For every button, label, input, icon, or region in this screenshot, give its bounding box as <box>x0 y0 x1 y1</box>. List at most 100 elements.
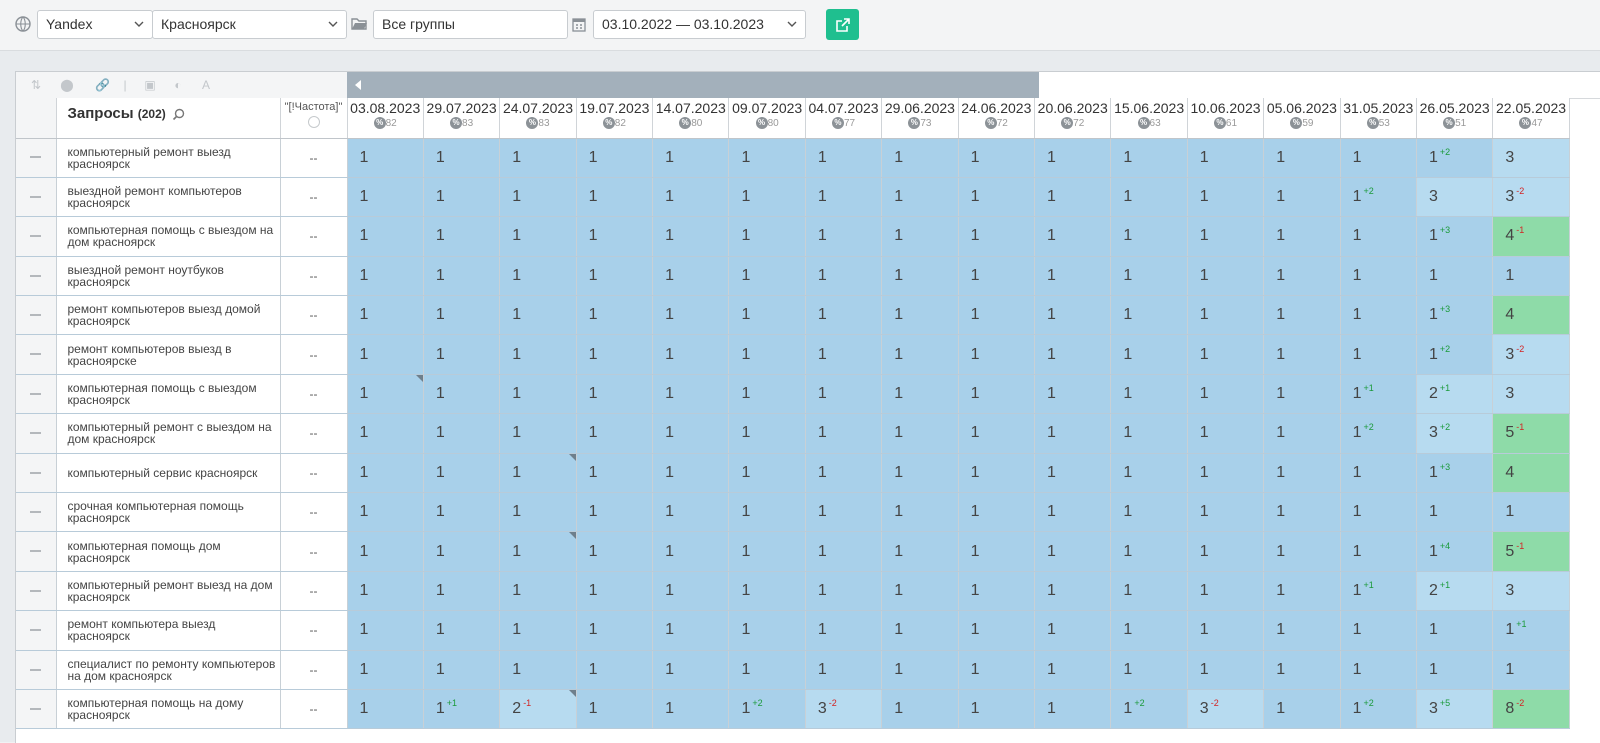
scroll-left-icon[interactable] <box>355 80 361 90</box>
position-cell[interactable]: 1 <box>728 256 806 297</box>
position-cell[interactable]: 1 <box>1110 216 1188 257</box>
row-collapse-toggle[interactable] <box>16 453 57 494</box>
position-cell[interactable]: 1 <box>728 413 806 454</box>
position-cell[interactable]: 1 <box>576 256 654 297</box>
row-collapse-toggle[interactable] <box>16 610 57 651</box>
position-cell[interactable]: 1 <box>958 453 1036 494</box>
position-cell[interactable]: 1 <box>1187 334 1265 375</box>
position-cell[interactable]: 1 +1 <box>1340 374 1417 415</box>
position-cell[interactable]: 1 <box>576 531 654 572</box>
position-cell[interactable]: 1 <box>347 492 424 533</box>
calendar-icon[interactable] <box>571 15 587 33</box>
query-cell[interactable]: выездной ремонт ноутбуков красноярск <box>56 256 281 297</box>
position-cell[interactable]: 1 <box>1110 531 1188 572</box>
position-cell[interactable]: 1 <box>1340 138 1417 178</box>
position-cell[interactable]: 1 <box>805 413 883 454</box>
position-cell[interactable]: 1 <box>958 177 1036 218</box>
position-cell[interactable]: 1 <box>347 610 424 651</box>
position-cell[interactable]: 1 <box>881 138 959 178</box>
position-cell[interactable]: 1 <box>347 177 424 218</box>
position-cell[interactable]: 1 <box>347 374 424 415</box>
query-cell[interactable]: компьютерный сервис красноярск <box>56 453 281 494</box>
position-cell[interactable]: 1 <box>652 256 730 297</box>
row-collapse-toggle[interactable] <box>16 177 57 218</box>
position-cell[interactable]: 1 <box>347 650 424 690</box>
position-cell[interactable]: 1 <box>652 492 730 533</box>
position-cell[interactable]: 1 <box>1187 492 1265 533</box>
row-collapse-toggle[interactable] <box>16 531 57 572</box>
position-cell[interactable]: 2 +1 <box>1416 571 1494 612</box>
position-cell[interactable]: 1 <box>805 571 883 612</box>
position-cell[interactable]: 1 <box>347 334 424 375</box>
position-cell[interactable]: 1 <box>805 650 883 690</box>
row-collapse-toggle[interactable] <box>16 138 57 178</box>
position-cell[interactable]: 1 <box>1034 531 1112 572</box>
position-cell[interactable]: 1 +3 <box>1416 295 1494 336</box>
position-cell[interactable]: 1 <box>347 453 424 494</box>
position-cell[interactable]: 1 <box>1263 138 1341 178</box>
position-cell[interactable]: 1 +2 <box>1340 177 1417 218</box>
position-cell[interactable]: 1 <box>1034 138 1112 178</box>
position-cell[interactable]: 1 <box>652 216 730 257</box>
contrast-icon[interactable]: ◐ <box>171 78 185 92</box>
date-range-select[interactable]: 03.10.2022 — 03.10.2023 <box>593 10 806 39</box>
position-cell[interactable]: 1 <box>1263 571 1341 612</box>
position-cell[interactable]: 1 <box>1263 689 1341 730</box>
position-cell[interactable]: 1 <box>1416 492 1494 533</box>
position-cell[interactable]: 1 +3 <box>1416 453 1494 494</box>
position-cell[interactable]: 1 +3 <box>1416 216 1494 257</box>
position-cell[interactable]: 1 <box>1492 650 1570 690</box>
position-cell[interactable]: 1 <box>423 610 501 651</box>
query-cell[interactable]: компьютерный ремонт с выездом на дом кра… <box>56 413 281 454</box>
query-cell[interactable]: компьютерный ремонт выезд на дом красноя… <box>56 571 281 612</box>
row-collapse-toggle[interactable] <box>16 413 57 454</box>
position-cell[interactable]: 1 <box>1263 256 1341 297</box>
query-cell[interactable]: срочная компьютерная помощь красноярск <box>56 492 281 533</box>
position-cell[interactable]: 1 <box>958 138 1036 178</box>
position-cell[interactable]: 1 <box>576 334 654 375</box>
position-cell[interactable]: 1 <box>728 295 806 336</box>
position-cell[interactable]: 1 <box>1340 492 1417 533</box>
position-cell[interactable]: 1 <box>1340 531 1417 572</box>
query-cell[interactable]: ремонт компьютеров выезд домой красноярс… <box>56 295 281 336</box>
position-cell[interactable]: 1 <box>1187 256 1265 297</box>
position-cell[interactable]: 3 +2 <box>1416 413 1494 454</box>
position-cell[interactable]: 1 <box>652 610 730 651</box>
position-cell[interactable]: 1 <box>1263 650 1341 690</box>
position-cell[interactable]: 1 <box>652 650 730 690</box>
position-cell[interactable]: 1 <box>1340 334 1417 375</box>
position-cell[interactable]: 1 <box>576 571 654 612</box>
position-cell[interactable]: 1 <box>1034 453 1112 494</box>
position-cell[interactable]: 3 -2 <box>1187 689 1265 730</box>
position-cell[interactable]: 1 <box>958 334 1036 375</box>
font-icon[interactable]: A <box>199 78 213 92</box>
position-cell[interactable]: 1 <box>1187 453 1265 494</box>
position-cell[interactable]: 1 <box>728 138 806 178</box>
position-cell[interactable]: 1 <box>1187 531 1265 572</box>
position-cell[interactable]: 1 <box>423 334 501 375</box>
position-cell[interactable]: 1 <box>958 256 1036 297</box>
position-cell[interactable]: 1 <box>805 138 883 178</box>
position-cell[interactable]: 1 <box>728 492 806 533</box>
horizontal-scrollbar[interactable] <box>347 72 1600 99</box>
position-cell[interactable]: 1 <box>576 413 654 454</box>
position-cell[interactable]: 1 +2 <box>728 689 806 730</box>
position-cell[interactable]: 1 <box>1340 610 1417 651</box>
position-cell[interactable]: 1 <box>1340 295 1417 336</box>
row-collapse-toggle[interactable] <box>16 334 57 375</box>
position-cell[interactable]: 1 <box>1187 216 1265 257</box>
scrollbar-thumb[interactable] <box>347 72 1039 98</box>
position-cell[interactable]: 1 <box>1034 610 1112 651</box>
position-cell[interactable]: 1 <box>805 492 883 533</box>
position-cell[interactable]: 1 <box>805 374 883 415</box>
position-cell[interactable]: 1 <box>1034 689 1112 730</box>
group-select[interactable]: Все группы <box>373 10 568 39</box>
position-cell[interactable]: 1 <box>652 413 730 454</box>
row-collapse-toggle[interactable] <box>16 571 57 612</box>
query-cell[interactable]: компьютерная помощь дом красноярск <box>56 531 281 572</box>
link-icon[interactable]: 🔗 <box>95 78 110 92</box>
query-cell[interactable]: специалист по ремонту компьютеров на дом… <box>56 650 281 690</box>
position-cell[interactable]: 1 <box>652 334 730 375</box>
position-cell[interactable]: 1 <box>1416 610 1494 651</box>
position-cell[interactable]: 1 <box>1110 138 1188 178</box>
